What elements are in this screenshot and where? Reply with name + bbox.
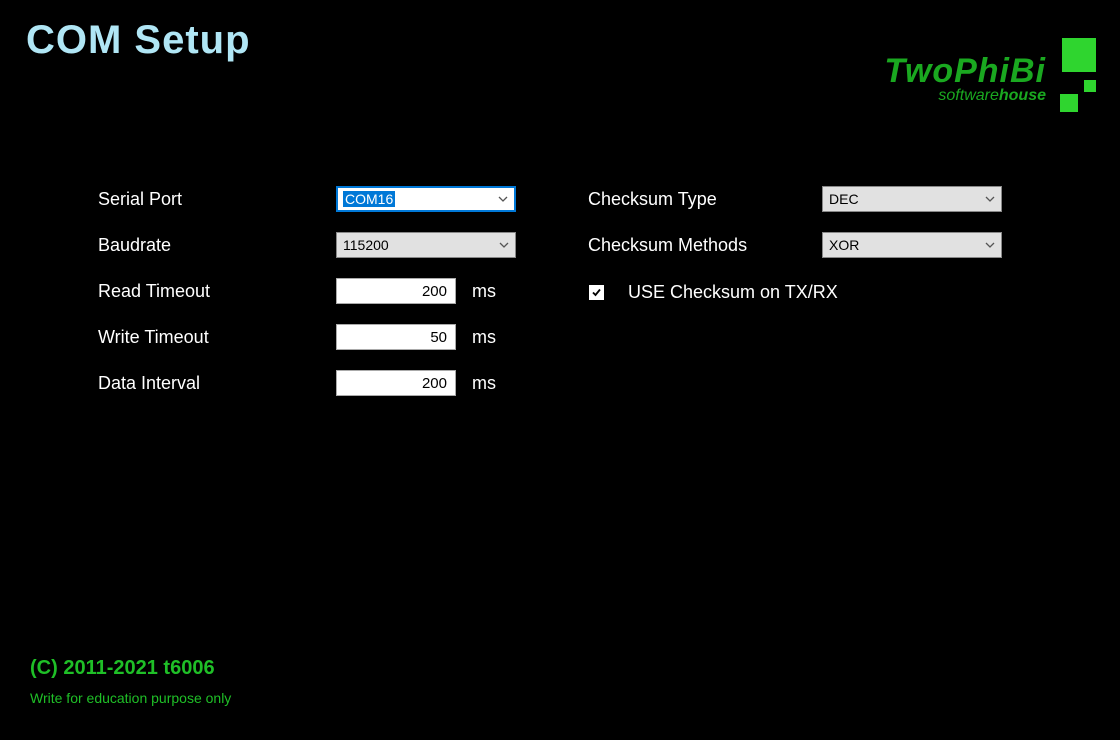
baudrate-label: Baudrate — [98, 235, 336, 256]
checksum-methods-select[interactable]: XOR — [822, 232, 1002, 258]
baudrate-select[interactable]: 115200 — [336, 232, 516, 258]
checksum-methods-row: Checksum Methods XOR — [588, 232, 1002, 258]
serial-port-select[interactable]: COM16 — [336, 186, 516, 212]
chevron-down-icon — [985, 242, 995, 248]
checksum-type-select[interactable]: DEC — [822, 186, 1002, 212]
page-title: COM Setup — [26, 18, 251, 63]
read-timeout-row: Read Timeout ms — [98, 278, 516, 304]
serial-port-label: Serial Port — [98, 189, 336, 210]
left-column: Serial Port COM16 Baudrate 115200 Read T… — [98, 186, 516, 396]
write-timeout-label: Write Timeout — [98, 327, 336, 348]
read-timeout-input[interactable] — [336, 278, 456, 304]
chevron-down-icon — [498, 196, 508, 202]
data-interval-unit: ms — [472, 373, 496, 394]
disclaimer: Write for education purpose only — [30, 690, 231, 706]
logo-brand: TwoPhiBi — [884, 52, 1046, 91]
use-checksum-row: USE Checksum on TX/RX — [588, 282, 1002, 303]
footer: (C) 2011-2021 t6006 Write for education … — [30, 657, 231, 706]
checksum-type-row: Checksum Type DEC — [588, 186, 1002, 212]
chevron-down-icon — [985, 196, 995, 202]
write-timeout-input[interactable] — [336, 324, 456, 350]
use-checksum-label: USE Checksum on TX/RX — [628, 282, 838, 303]
serial-port-row: Serial Port COM16 — [98, 186, 516, 212]
form-area: Serial Port COM16 Baudrate 115200 Read T… — [98, 186, 1018, 396]
baudrate-row: Baudrate 115200 — [98, 232, 516, 258]
read-timeout-unit: ms — [472, 281, 496, 302]
write-timeout-row: Write Timeout ms — [98, 324, 516, 350]
chevron-down-icon — [499, 242, 509, 248]
right-column: Checksum Type DEC Checksum Methods XOR U — [588, 186, 1002, 396]
data-interval-input[interactable] — [336, 370, 456, 396]
data-interval-label: Data Interval — [98, 373, 336, 394]
data-interval-row: Data Interval ms — [98, 370, 516, 396]
copyright: (C) 2011-2021 t6006 — [30, 657, 231, 680]
write-timeout-unit: ms — [472, 327, 496, 348]
use-checksum-checkbox[interactable] — [589, 285, 604, 300]
read-timeout-label: Read Timeout — [98, 281, 336, 302]
checksum-methods-label: Checksum Methods — [588, 235, 822, 256]
checksum-type-label: Checksum Type — [588, 189, 822, 210]
